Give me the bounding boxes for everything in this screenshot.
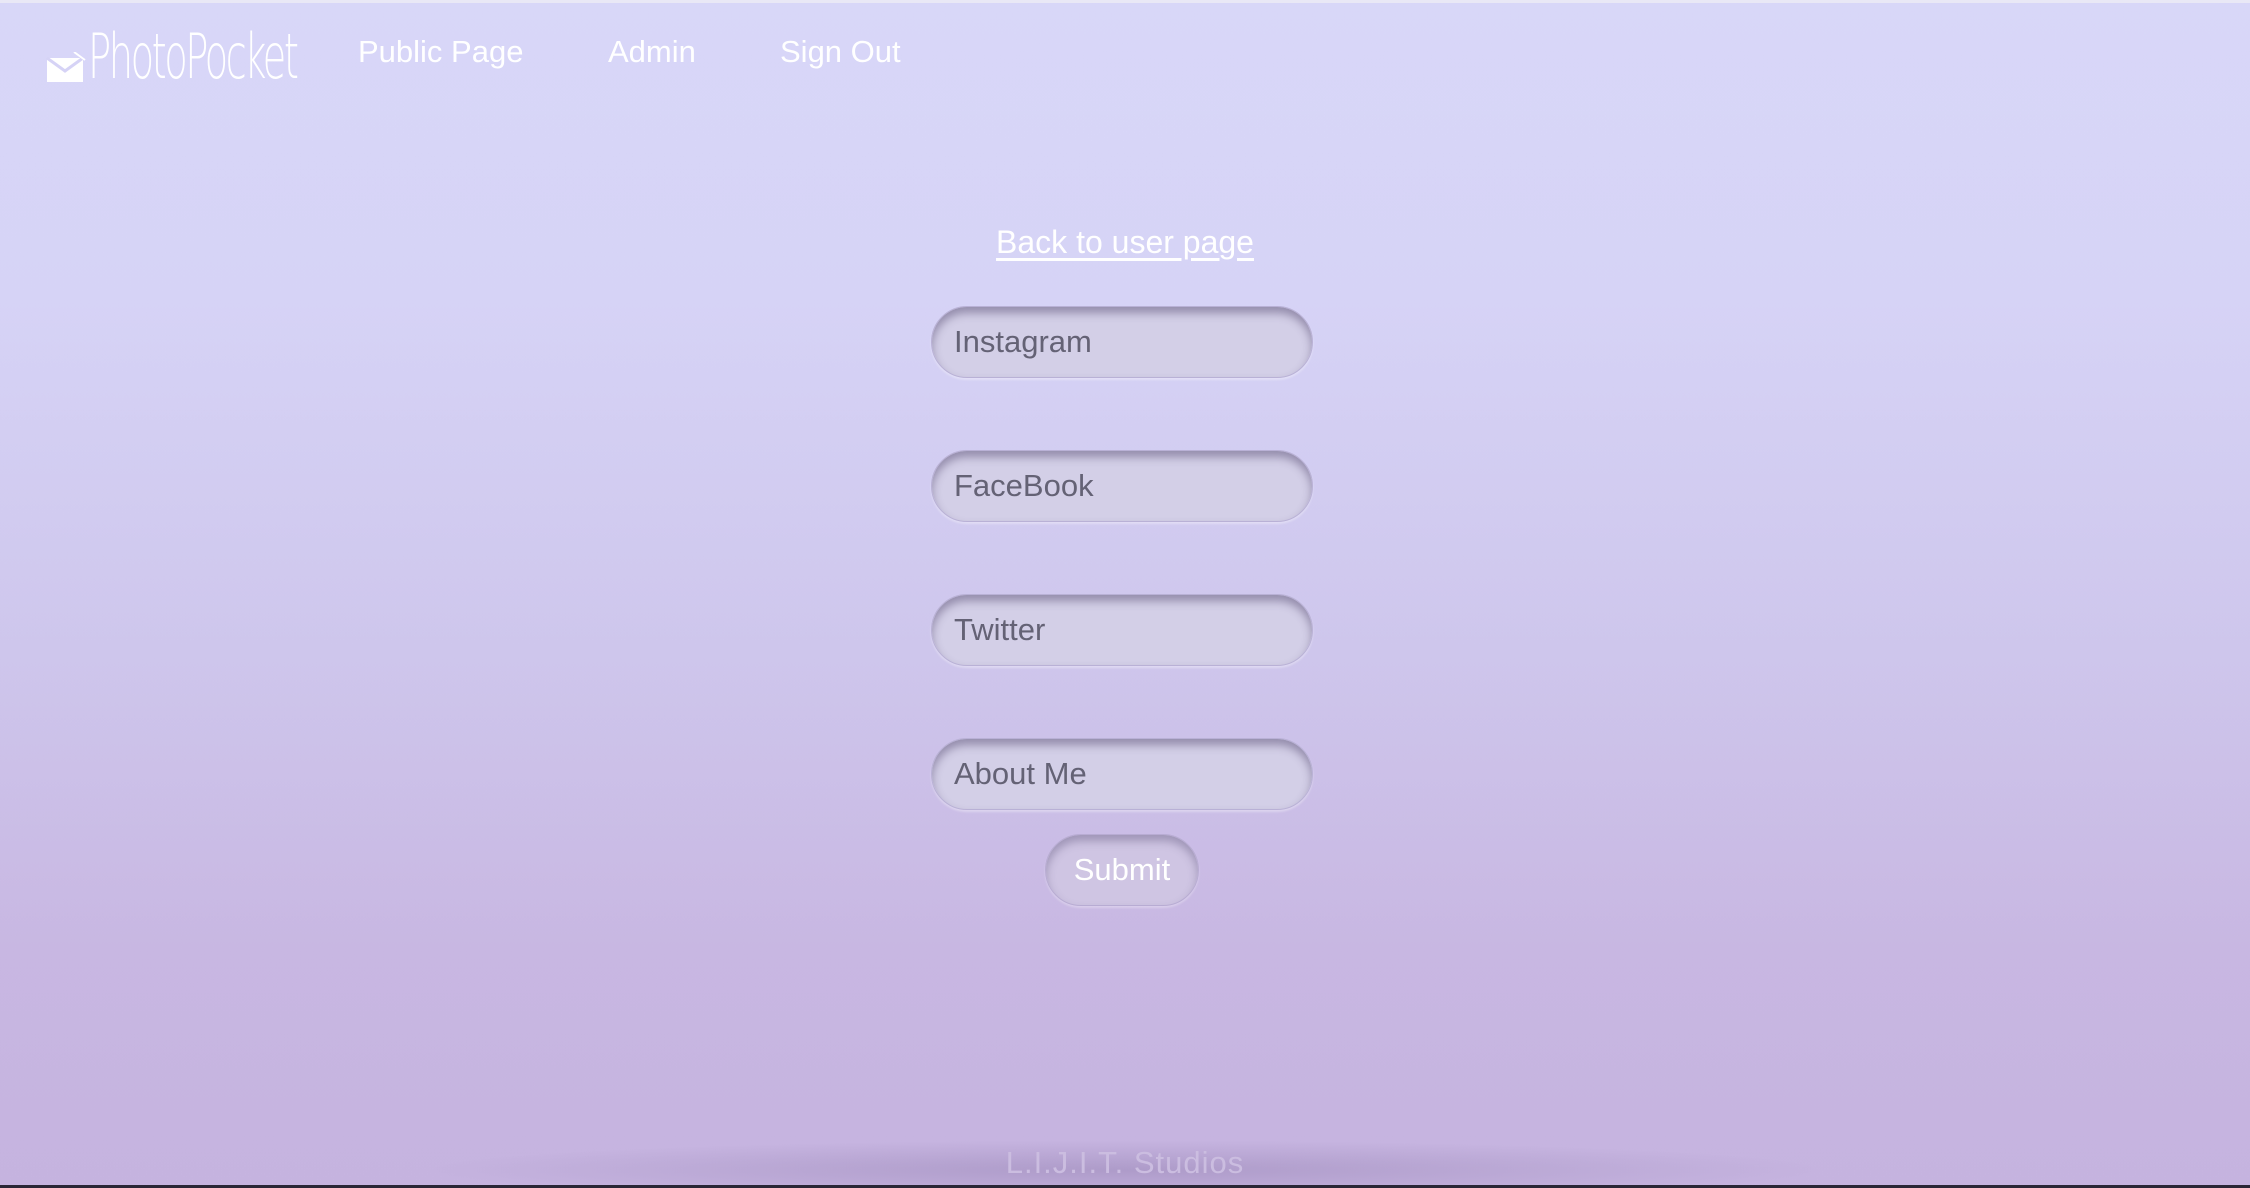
nav-sign-out[interactable]: Sign Out [780, 34, 901, 70]
twitter-input[interactable] [931, 594, 1313, 666]
submit-button[interactable]: Submit [1045, 834, 1199, 906]
top-nav: PhotoPocket Public Page Admin Sign Out [0, 0, 2250, 110]
back-to-user-page-link[interactable]: Back to user page [0, 224, 2250, 261]
footer-credit: L.I.J.I.T. Studios [1005, 1145, 1245, 1180]
nav-admin[interactable]: Admin [608, 34, 696, 70]
instagram-input[interactable] [931, 306, 1313, 378]
about-me-input[interactable] [931, 738, 1313, 810]
brand-name: PhotoPocket [88, 20, 299, 93]
brand-logo[interactable]: PhotoPocket [44, 20, 299, 93]
facebook-input[interactable] [931, 450, 1313, 522]
envelope-icon [46, 51, 86, 89]
nav-public-page[interactable]: Public Page [358, 34, 523, 70]
